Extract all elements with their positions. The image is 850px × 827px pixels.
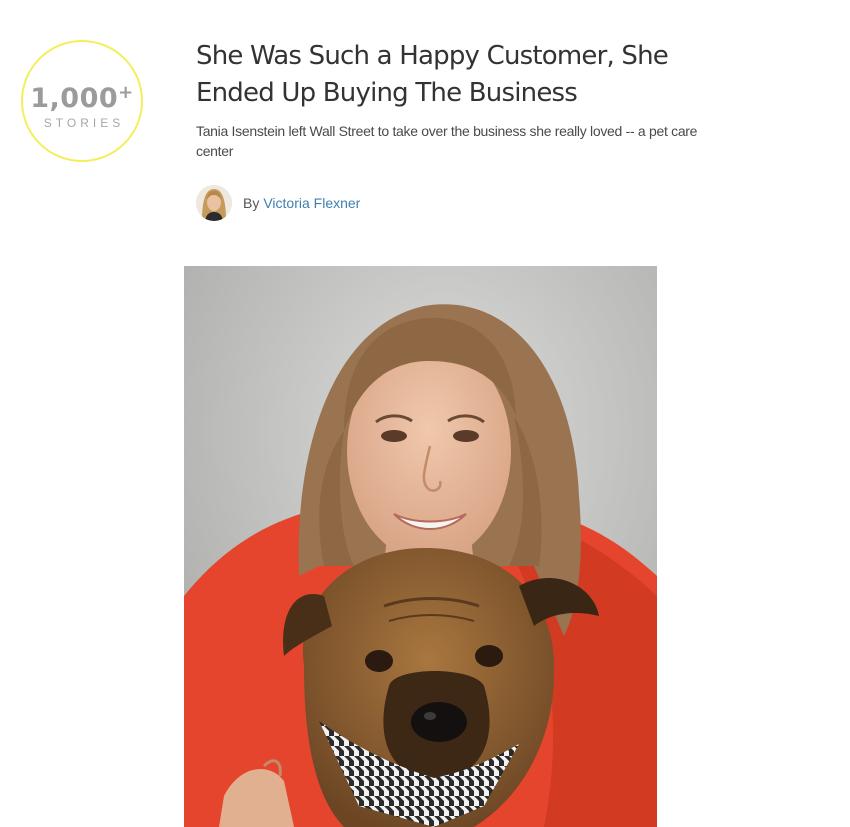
author-avatar[interactable] — [196, 184, 232, 221]
hero-image — [184, 266, 657, 827]
article-title: She Was Such a Happy Customer, She Ended… — [196, 41, 669, 108]
badge-label: STORIES — [43, 116, 125, 130]
byline-prefix: By — [243, 194, 260, 211]
hero-photo — [184, 266, 657, 827]
stories-badge[interactable]: 1,000+ STORIES — [21, 40, 143, 162]
byline: By Victoria Flexner — [196, 184, 360, 221]
badge-count: 1,000+ — [30, 82, 134, 114]
author-link[interactable]: Victoria Flexner — [263, 195, 360, 211]
author-avatar-image — [196, 184, 232, 221]
badge-plus: + — [118, 82, 134, 103]
article-subtitle: Tania Isenstein left Wall Street to take… — [196, 123, 698, 159]
